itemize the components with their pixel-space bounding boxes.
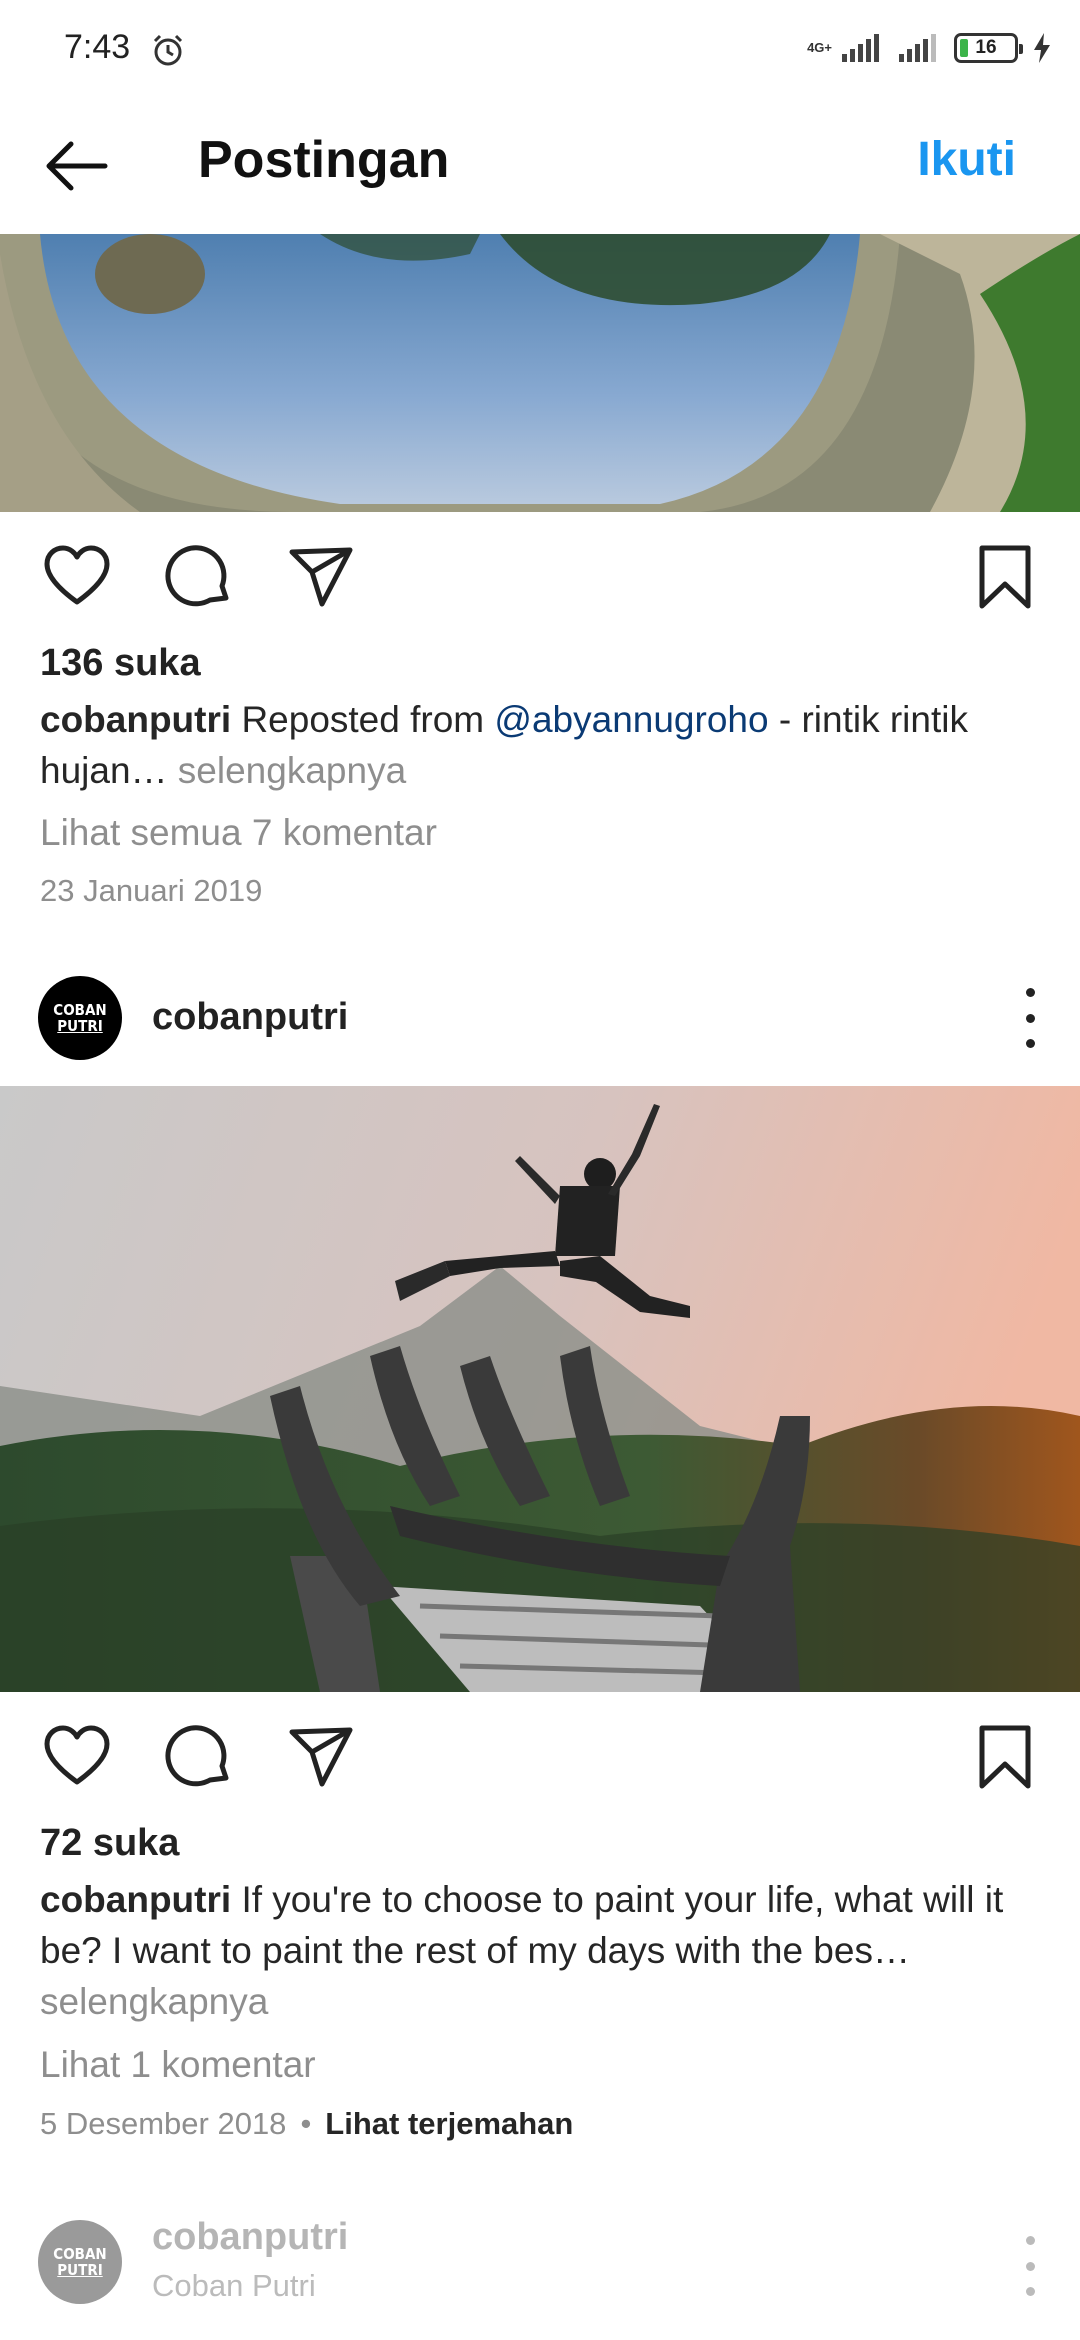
hand-bridge-photo xyxy=(0,1086,1080,1692)
back-button[interactable] xyxy=(36,126,116,206)
action-bar xyxy=(0,512,1080,632)
comment-icon[interactable] xyxy=(164,1722,234,1792)
separator-dot: • xyxy=(300,2106,312,2141)
top-nav: Postingan Ikuti xyxy=(0,100,1080,234)
more-link[interactable]: selengkapnya xyxy=(168,750,406,791)
heart-icon[interactable] xyxy=(42,542,112,612)
signal-icon xyxy=(899,34,936,62)
page-title: Postingan xyxy=(198,131,450,189)
see-translation-link[interactable]: Lihat terjemahan xyxy=(325,2106,573,2141)
share-icon[interactable] xyxy=(286,1722,356,1792)
post-caption: cobanputri Reposted from @abyannugroho -… xyxy=(40,694,1040,796)
caption-ellipsis: … xyxy=(130,750,168,791)
bookmark-icon[interactable] xyxy=(970,1722,1040,1792)
signal-icon xyxy=(842,34,879,62)
caption-username[interactable]: cobanputri xyxy=(40,699,231,740)
post-image[interactable] xyxy=(0,1086,1080,1692)
view-comments-link[interactable]: Lihat semua 7 komentar xyxy=(40,812,437,854)
mention-link[interactable]: @abyannugroho xyxy=(494,699,768,740)
location-label[interactable]: Coban Putri xyxy=(152,2268,316,2304)
follow-button[interactable]: Ikuti xyxy=(917,132,1016,187)
post-date-row: 5 Desember 2018 • Lihat terjemahan xyxy=(40,2106,573,2142)
post-date: 5 Desember 2018 xyxy=(40,2106,287,2141)
back-arrow-icon xyxy=(46,141,108,191)
more-options-icon[interactable] xyxy=(1020,2236,1040,2296)
status-icons: 4G+ 16 xyxy=(807,28,1052,68)
action-bar xyxy=(0,1692,1080,1812)
avatar[interactable]: COBAN PUTRI xyxy=(38,976,122,1060)
network-type: 4G+ xyxy=(807,40,832,55)
alarm-icon xyxy=(153,34,183,66)
caption-username[interactable]: cobanputri xyxy=(40,1879,231,1920)
post-image[interactable] xyxy=(0,234,1080,512)
charging-icon xyxy=(1034,33,1050,63)
comment-icon[interactable] xyxy=(164,542,234,612)
caption-text: Reposted from xyxy=(231,699,495,740)
view-comments-link[interactable]: Lihat 1 komentar xyxy=(40,2044,316,2086)
status-time: 7:43 xyxy=(64,28,131,66)
avatar[interactable]: COBAN PUTRI xyxy=(38,2220,122,2304)
post-username[interactable]: cobanputri xyxy=(152,2216,348,2259)
more-link[interactable]: selengkapnya xyxy=(40,1981,268,2022)
more-options-icon[interactable] xyxy=(1020,988,1040,1048)
post-date: 23 Januari 2019 xyxy=(40,873,263,908)
battery-icon: 16 xyxy=(954,33,1023,63)
heart-icon[interactable] xyxy=(42,1722,112,1792)
post-username[interactable]: cobanputri xyxy=(152,996,348,1039)
status-bar: 7:43 4G+ 16 xyxy=(0,0,1080,100)
like-count[interactable]: 136 suka xyxy=(40,642,201,685)
like-count[interactable]: 72 suka xyxy=(40,1822,179,1865)
post-header: COBAN PUTRI cobanputri Coban Putri xyxy=(0,2206,1080,2316)
bookmark-icon[interactable] xyxy=(970,542,1040,612)
share-icon[interactable] xyxy=(286,542,356,612)
post-caption: cobanputri If you're to choose to paint … xyxy=(40,1874,1040,2027)
post-header: COBAN PUTRI cobanputri xyxy=(0,962,1080,1072)
pool-photo xyxy=(0,234,1080,512)
